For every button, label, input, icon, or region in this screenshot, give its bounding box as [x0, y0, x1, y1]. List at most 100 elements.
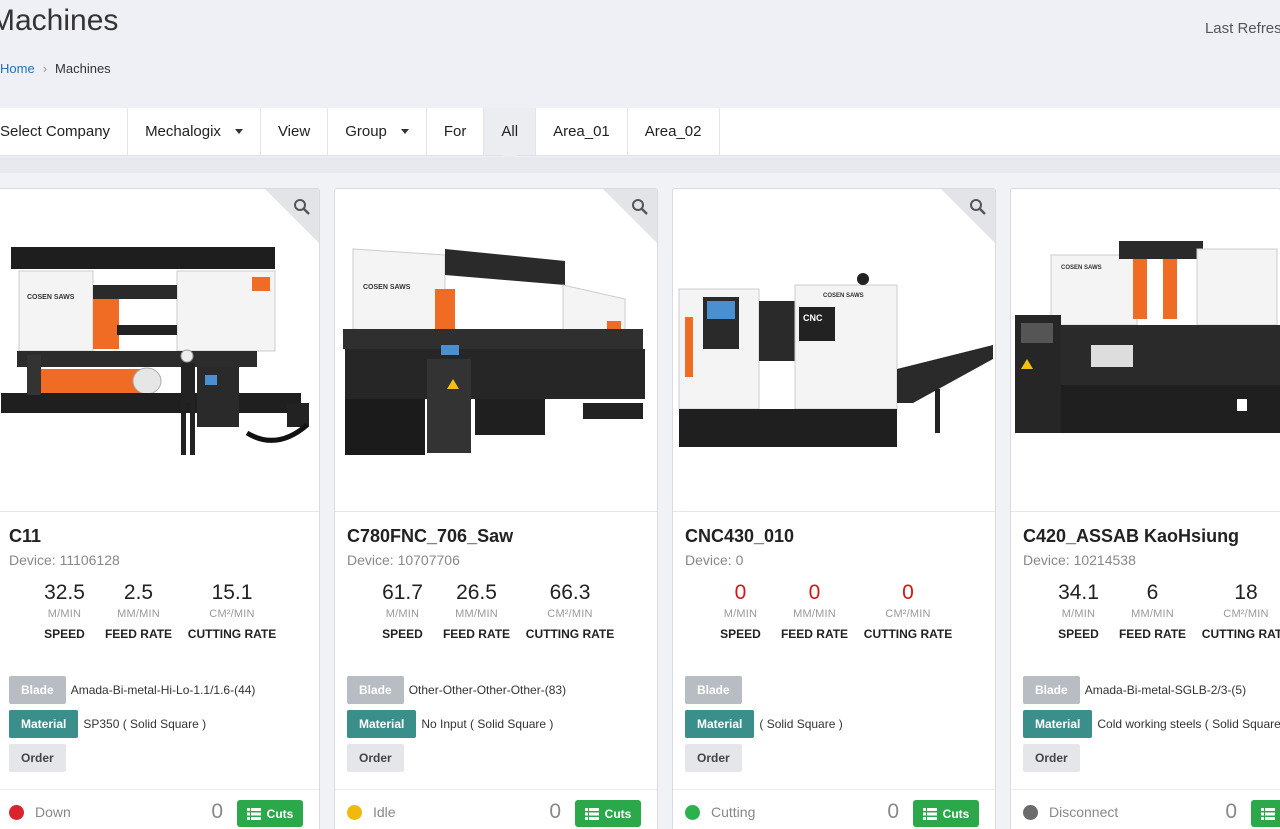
area-tab-label: Area_02 [644, 123, 702, 140]
machine-card[interactable]: COSEN SAWS C420_ASSAB KaoHsiung Device: … [1010, 188, 1280, 829]
svg-text:COSEN SAWS: COSEN SAWS [363, 284, 411, 291]
cut-count: 0 [887, 800, 899, 823]
filter-bar: Select Company Mechalogix View Group For… [0, 108, 1280, 162]
feed-rate-metric: 2.5 MM/MIN FEED RATE [101, 581, 176, 641]
cut-count: 0 [211, 800, 223, 823]
blade-row: Blade Amada-Bi-metal-Hi-Lo-1.1/1.6-(44) [9, 676, 255, 704]
cuts-button[interactable]: Cuts [913, 800, 979, 827]
blade-value: Amada-Bi-metal-Hi-Lo-1.1/1.6-(44) [70, 683, 256, 697]
feed-rate-value: 0 [808, 581, 821, 604]
machine-image: COSEN SAWS [335, 189, 657, 512]
device-id: Device: 10214538 [1023, 552, 1136, 568]
area-tab-area-02[interactable]: Area_02 [628, 108, 720, 155]
cuts-button[interactable]: Cuts [1251, 800, 1280, 827]
machine-card[interactable]: CNC COSEN SAWS CNC430_010 Device: 0 0 M/… [672, 188, 996, 829]
speed-metric: 32.5 M/MIN SPEED [37, 581, 92, 641]
cutting-rate-value: 66.3 [549, 581, 591, 604]
breadcrumb-home-link[interactable]: Home [0, 61, 35, 76]
speed-label: SPEED [382, 627, 423, 641]
svg-text:CNC: CNC [803, 313, 823, 323]
speed-unit: M/MIN [47, 608, 82, 620]
area-tab-all[interactable]: All [484, 108, 537, 162]
feed-rate-unit: MM/MIN [793, 608, 836, 620]
device-id: Device: 11106128 [9, 552, 120, 568]
blade-value: Other-Other-Other-Other-(83) [408, 683, 567, 697]
device-id: Device: 10707706 [347, 552, 460, 568]
cuts-button[interactable]: Cuts [237, 800, 303, 827]
caret-down-icon [400, 129, 409, 134]
cutting-rate-metric: 15.1 CM²/MIN CUTTING RATE [184, 581, 280, 641]
machine-card-grid: COSEN SAWS C11 Device: 11106128 32.5 M/M… [0, 173, 1280, 829]
material-row: Material ( Solid Square ) [685, 710, 843, 738]
company-dropdown[interactable]: Mechalogix [128, 108, 261, 155]
material-value: Cold working steels ( Solid Square ) [1097, 717, 1280, 731]
material-tag: Material [1023, 710, 1093, 738]
list-icon [246, 807, 261, 820]
blade-tag: Blade [1023, 676, 1080, 704]
blade-row: Blade Other-Other-Other-Other-(83) [347, 676, 566, 704]
feed-rate-unit: MM/MIN [117, 608, 160, 620]
feed-rate-metric: 0 MM/MIN FEED RATE [777, 581, 852, 641]
card-footer: Down 0 Cuts [0, 789, 319, 829]
order-row: Order [1023, 744, 1080, 772]
cuts-button-label: Cuts [266, 806, 294, 821]
machine-name: C780FNC_706_Saw [347, 526, 514, 546]
svg-text:COSEN SAWS: COSEN SAWS [823, 293, 864, 299]
machine-name: CNC430_010 [685, 526, 795, 546]
bandsaw-machine-illustration: COSEN SAWS [1015, 241, 1280, 433]
list-icon [922, 807, 937, 820]
cutting-rate-unit: CM²/MIN [1223, 608, 1269, 620]
material-value: SP350 ( Solid Square ) [83, 717, 207, 731]
breadcrumb-current: Machines [55, 61, 111, 76]
speed-value: 61.7 [382, 581, 423, 604]
area-tab-area-01[interactable]: Area_01 [536, 108, 628, 155]
group-dropdown[interactable]: Group [328, 108, 427, 155]
card-footer: Cutting 0 Cuts [673, 789, 995, 829]
select-company-label: Select Company [0, 108, 129, 155]
material-row: Material No Input ( Solid Square ) [347, 710, 553, 738]
feed-rate-label: FEED RATE [1118, 627, 1187, 641]
cuts-button[interactable]: Cuts [575, 800, 641, 827]
status-dot [1023, 805, 1038, 820]
machine-card[interactable]: COSEN SAWS C780FNC_706_Saw Device: 10707… [334, 188, 658, 829]
blade-tag: Blade [347, 676, 404, 704]
feed-rate-value: 2.5 [123, 581, 154, 604]
material-row: Material SP350 ( Solid Square ) [9, 710, 206, 738]
cutting-rate-value: 15.1 [211, 581, 253, 604]
area-tab-label: Area_01 [553, 123, 610, 140]
order-row: Order [347, 744, 404, 772]
metrics: 34.1 M/MIN SPEED 6 MM/MIN FEED RATE 18 C… [1011, 581, 1280, 651]
order-tag[interactable]: Order [1023, 744, 1080, 772]
speed-metric: 61.7 M/MIN SPEED [375, 581, 430, 641]
card-footer: Disconnect 0 Cuts [1011, 789, 1280, 829]
machine-name: C11 [9, 526, 42, 546]
order-tag[interactable]: Order [347, 744, 404, 772]
svg-text:COSEN SAWS: COSEN SAWS [1061, 265, 1102, 271]
feed-rate-unit: MM/MIN [1131, 608, 1174, 620]
metrics: 61.7 M/MIN SPEED 26.5 MM/MIN FEED RATE 6… [335, 581, 657, 651]
speed-unit: M/MIN [385, 608, 420, 620]
order-tag[interactable]: Order [685, 744, 742, 772]
machine-card[interactable]: COSEN SAWS C11 Device: 11106128 32.5 M/M… [0, 188, 320, 829]
cut-count: 0 [1225, 800, 1237, 823]
metrics: 32.5 M/MIN SPEED 2.5 MM/MIN FEED RATE 15… [0, 581, 319, 651]
feed-rate-metric: 6 MM/MIN FEED RATE [1115, 581, 1190, 641]
material-tag: Material [9, 710, 79, 738]
cutting-rate-metric: 66.3 CM²/MIN CUTTING RATE [522, 581, 618, 641]
view-label-text: View [277, 123, 311, 140]
search-icon[interactable] [293, 198, 311, 216]
cuts-button-label: Cuts [604, 806, 632, 821]
status-text: Disconnect [1049, 804, 1119, 820]
for-label: For [427, 108, 485, 155]
page-header: Machines Last Refresh Home › Machines [0, 0, 1280, 108]
search-icon[interactable] [969, 198, 987, 216]
cutting-rate-label: CUTTING RATE [187, 627, 277, 641]
list-icon [1260, 807, 1275, 820]
speed-value: 34.1 [1058, 581, 1099, 604]
search-icon[interactable] [631, 198, 649, 216]
cutting-rate-unit: CM²/MIN [209, 608, 255, 620]
speed-unit: M/MIN [723, 608, 758, 620]
order-tag[interactable]: Order [9, 744, 66, 772]
speed-label: SPEED [1058, 627, 1099, 641]
separator-strip [0, 157, 1280, 173]
